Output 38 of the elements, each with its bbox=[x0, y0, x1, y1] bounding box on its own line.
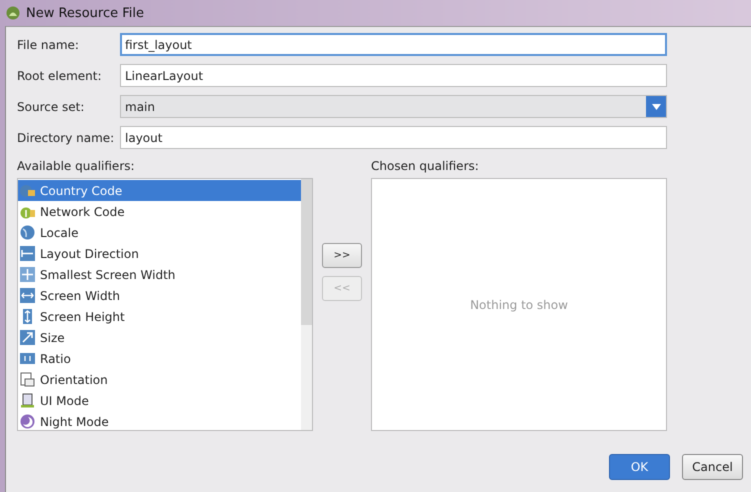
qualifier-item[interactable]: Screen Height bbox=[18, 306, 301, 327]
qualifier-item[interactable]: Smallest Screen Width bbox=[18, 264, 301, 285]
ok-button[interactable]: OK bbox=[609, 454, 670, 480]
text-field[interactable]: layout bbox=[120, 126, 667, 149]
qualifier-item[interactable]: Network Code bbox=[18, 201, 301, 222]
android-icon bbox=[6, 6, 20, 20]
source-set-dropdown[interactable]: main bbox=[120, 95, 667, 118]
qualifier-item[interactable]: Layout Direction bbox=[18, 243, 301, 264]
globe-icon bbox=[20, 183, 35, 198]
text-field[interactable]: LinearLayout bbox=[120, 64, 667, 87]
device-icon bbox=[20, 393, 35, 408]
ratio-icon bbox=[20, 351, 35, 366]
text-field[interactable]: first_layout bbox=[120, 33, 667, 56]
section-label: Chosen qualifiers: bbox=[371, 159, 480, 173]
vertical-arrows-icon bbox=[20, 309, 35, 324]
cross-arrows-icon bbox=[20, 267, 35, 282]
qualifier-item[interactable]: Size bbox=[18, 327, 301, 348]
field-label: File name: bbox=[17, 38, 80, 52]
window-title: New Resource File bbox=[26, 6, 144, 20]
qualifier-item[interactable]: Orientation bbox=[18, 369, 301, 390]
qualifier-item[interactable]: Night Mode bbox=[18, 411, 301, 430]
section-label: Available qualifiers: bbox=[17, 159, 136, 173]
windows-icon bbox=[20, 372, 35, 387]
cancel-button[interactable]: Cancel bbox=[682, 454, 743, 480]
field-label: Source set: bbox=[17, 100, 86, 114]
qualifier-item[interactable]: Ratio bbox=[18, 348, 301, 369]
field-label: Root element: bbox=[17, 68, 103, 82]
qualifier-item[interactable]: Locale bbox=[18, 222, 301, 243]
qualifier-item[interactable]: Screen Width bbox=[18, 285, 301, 306]
qualifier-item[interactable]: UI Mode bbox=[18, 390, 301, 411]
horizontal-arrows-icon bbox=[20, 288, 35, 303]
diagonal-arrow-icon bbox=[20, 330, 35, 345]
empty-message: Nothing to show bbox=[470, 298, 568, 312]
move-button[interactable]: >> bbox=[322, 243, 362, 268]
qualifier-item[interactable]: Country Code bbox=[18, 180, 301, 201]
globe-icon bbox=[20, 225, 35, 240]
arrow-icon bbox=[20, 246, 35, 261]
field-label: Directory name: bbox=[17, 130, 116, 144]
